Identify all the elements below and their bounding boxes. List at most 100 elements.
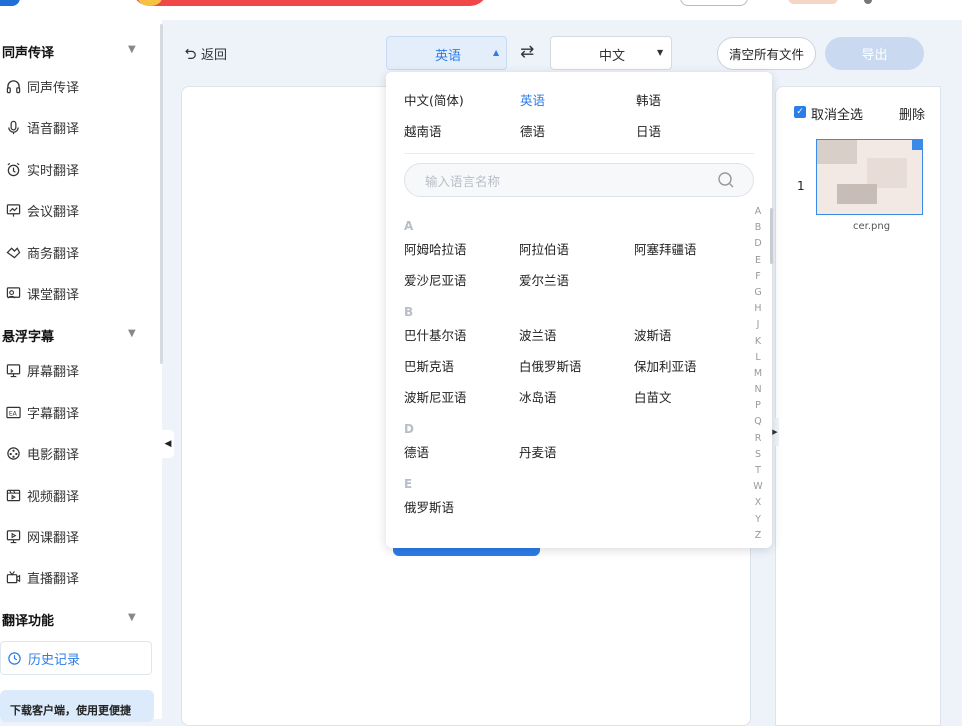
alpha-index-letter[interactable]: M <box>754 366 762 382</box>
lang-option[interactable]: 白苗文 <box>634 387 672 406</box>
lang-option[interactable]: 巴什基尔语 <box>404 325 467 344</box>
collapse-sidebar-icon[interactable]: ◀ <box>162 430 174 458</box>
lang-option[interactable]: 日语 <box>636 121 661 140</box>
lang-option[interactable]: 保加利亚语 <box>634 356 697 375</box>
sidebar-item-meeting[interactable]: 会议翻译 <box>6 200 79 220</box>
alpha-index-letter[interactable]: N <box>754 382 761 398</box>
sidebar-item-video[interactable]: 视频翻译 <box>6 485 79 505</box>
target-language-select[interactable]: 中文 ▼ <box>550 36 672 70</box>
lang-option[interactable]: 阿塞拜疆语 <box>634 239 697 258</box>
alarm-clock-icon <box>7 162 20 176</box>
alpha-index-letter[interactable]: T <box>755 463 761 479</box>
sidebar-item-realtime[interactable]: 实时翻译 <box>6 159 79 179</box>
alpha-index-letter[interactable]: Z <box>755 528 762 544</box>
lang-option[interactable]: 波斯语 <box>634 325 672 344</box>
alpha-index-letter[interactable]: G <box>754 285 761 301</box>
sidebar-item-business[interactable]: 商务翻译 <box>6 242 79 262</box>
sidebar-item-simultaneous[interactable]: 同声传译 <box>6 76 79 96</box>
alpha-index-letter[interactable]: Y <box>755 512 761 528</box>
lang-option[interactable]: 巴斯克语 <box>404 356 454 375</box>
lang-option[interactable]: 冰岛语 <box>519 387 557 406</box>
alpha-index-letter[interactable]: F <box>755 269 760 285</box>
lang-option[interactable]: 俄罗斯语 <box>404 497 454 516</box>
lang-option-active[interactable]: 英语 <box>520 90 545 109</box>
letter-heading: E <box>404 477 413 491</box>
lang-option[interactable]: 丹麦语 <box>519 442 557 461</box>
delete-button[interactable]: 删除 <box>899 104 925 123</box>
swap-arrows-icon[interactable]: ⇄ <box>520 42 534 62</box>
clear-all-files-button[interactable]: 清空所有文件 <box>717 37 816 70</box>
alpha-index-letter[interactable]: P <box>755 398 761 414</box>
svg-text:EA: EA <box>9 410 18 417</box>
lang-option[interactable]: 爱沙尼亚语 <box>404 270 467 289</box>
source-language-select[interactable]: 英语 ▲ <box>386 36 507 70</box>
file-thumbnail[interactable] <box>816 139 923 215</box>
sidebar-item-live[interactable]: 直播翻译 <box>6 567 79 587</box>
avatar[interactable] <box>864 0 872 4</box>
lang-option[interactable]: 越南语 <box>404 121 442 140</box>
chevron-down-icon[interactable]: ▼ <box>128 44 136 55</box>
search-icon[interactable] <box>717 171 735 189</box>
clock-icon <box>8 651 21 665</box>
sidebar-scrollbar[interactable] <box>160 24 163 364</box>
sidebar-item-history[interactable]: 历史记录 <box>0 641 152 675</box>
lang-option[interactable]: 波兰语 <box>519 325 557 344</box>
dropdown-scrollbar[interactable] <box>770 208 773 264</box>
alpha-index-letter[interactable]: R <box>755 431 762 447</box>
lang-option[interactable]: 阿拉伯语 <box>519 239 569 258</box>
alpha-index-letter[interactable]: J <box>757 317 760 333</box>
sidebar-item-online-course[interactable]: 网课翻译 <box>6 526 79 546</box>
top-pill-button[interactable] <box>680 0 748 6</box>
alpha-index-letter[interactable]: B <box>755 220 762 236</box>
alpha-index-letter[interactable]: D <box>754 236 761 252</box>
select-all-checkbox[interactable]: ✓ <box>794 106 806 118</box>
lang-option[interactable]: 中文(简体) <box>404 90 464 109</box>
sidebar-section-subtitles[interactable]: 悬浮字幕 ▼ <box>2 326 136 345</box>
sidebar-item-screen[interactable]: 屏幕翻译 <box>6 360 79 380</box>
lang-option[interactable]: 德语 <box>404 442 429 461</box>
chevron-down-icon[interactable]: ▼ <box>128 328 136 339</box>
film-reel-icon <box>7 446 20 460</box>
sidebar-item-subtitle[interactable]: EA 字幕翻译 <box>6 402 79 422</box>
back-button[interactable]: 返回 <box>183 44 227 63</box>
language-search-box[interactable] <box>404 163 754 197</box>
sidebar-section-features[interactable]: 翻译功能 ▼ <box>2 610 136 629</box>
alpha-index-letter[interactable]: H <box>754 301 761 317</box>
download-client-banner[interactable]: 下载客户端，使用更便捷 <box>0 690 154 722</box>
checked-icon[interactable] <box>912 140 922 150</box>
lang-option[interactable]: 阿姆哈拉语 <box>404 239 467 258</box>
sidebar-item-movie[interactable]: 电影翻译 <box>6 443 79 463</box>
lang-option[interactable]: 德语 <box>520 121 545 140</box>
language-dropdown <box>386 72 772 548</box>
lang-option[interactable]: 波斯尼亚语 <box>404 387 467 406</box>
language-search-input[interactable] <box>423 170 707 192</box>
alpha-index-letter[interactable]: E <box>755 253 761 269</box>
alpha-index-letter[interactable]: X <box>755 495 762 511</box>
alpha-index-letter[interactable]: A <box>755 204 762 220</box>
alpha-index-letter[interactable]: Q <box>754 414 761 430</box>
chevron-down-icon[interactable]: ▼ <box>128 612 136 623</box>
alpha-index-letter[interactable]: W <box>753 479 762 495</box>
teacher-icon <box>6 286 21 298</box>
alphabet-index: A B D E F G H J K L M N P Q R S T W X Y … <box>751 204 765 544</box>
export-button[interactable]: 导出 <box>825 37 924 70</box>
presentation-icon <box>6 203 21 217</box>
sidebar-section-simultaneous[interactable]: 同声传译 ▼ <box>2 42 136 61</box>
vip-badge[interactable] <box>788 0 838 4</box>
lang-option[interactable]: 爱尔兰语 <box>519 270 569 289</box>
lang-option[interactable]: 韩语 <box>636 90 661 109</box>
promo-banner[interactable] <box>132 0 488 6</box>
sidebar-item-voice[interactable]: 语音翻译 <box>6 117 79 137</box>
alpha-index-letter[interactable]: S <box>755 447 761 463</box>
video-icon <box>6 489 21 501</box>
expand-panel-icon[interactable]: ▶ <box>771 418 779 446</box>
alpha-index-letter[interactable]: K <box>755 334 761 350</box>
live-camera-icon <box>6 570 21 583</box>
letter-heading: B <box>404 305 414 319</box>
handshake-icon <box>6 246 21 258</box>
sidebar-item-classroom[interactable]: 课堂翻译 <box>6 283 79 303</box>
deselect-all-label[interactable]: 取消全选 <box>811 104 863 123</box>
lang-option[interactable]: 白俄罗斯语 <box>519 356 582 375</box>
letter-heading: D <box>404 422 414 436</box>
alpha-index-letter[interactable]: L <box>755 350 760 366</box>
